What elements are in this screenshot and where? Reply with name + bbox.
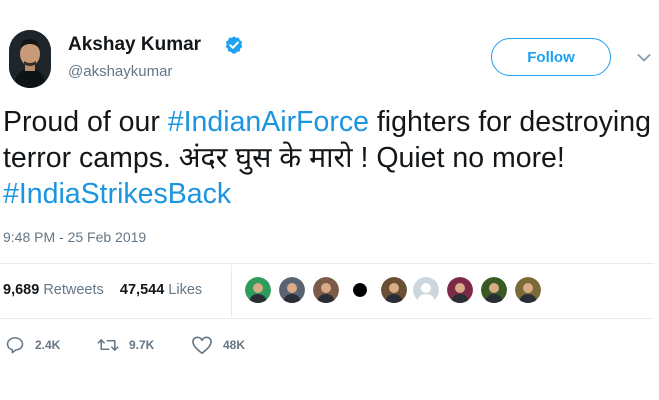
like-count: 48K	[223, 338, 246, 352]
tweet-stats: 9,689 Retweets 47,544 Likes	[3, 282, 202, 298]
liker-avatar[interactable]	[279, 277, 305, 303]
tweet-text-segment: Proud of our	[3, 106, 168, 138]
hashtag-link[interactable]: #IndiaStrikesBack	[3, 178, 231, 210]
follow-button[interactable]: Follow	[491, 38, 611, 76]
retweets-stat[interactable]: 9,689 Retweets	[3, 282, 104, 298]
liker-avatar[interactable]	[481, 277, 507, 303]
user-avatar-icon	[279, 277, 305, 303]
liker-avatar[interactable]	[313, 277, 339, 303]
tweet-header: Akshay Kumar @akshaykumar Follow	[9, 30, 654, 88]
like-button[interactable]: 48K	[191, 334, 245, 356]
retweets-count: 9,689	[3, 282, 40, 298]
user-avatar-icon	[381, 277, 407, 303]
user-avatar-icon	[447, 277, 473, 303]
user-avatar-icon	[353, 283, 367, 297]
liker-avatar[interactable]	[413, 277, 439, 303]
likes-stat[interactable]: 47,544 Likes	[120, 282, 202, 298]
divider	[0, 318, 654, 319]
user-avatar-icon	[413, 277, 439, 303]
author-handle[interactable]: @akshaykumar	[68, 63, 172, 80]
reply-button[interactable]: 2.4K	[5, 334, 60, 356]
likes-label: Likes	[168, 282, 203, 298]
retweet-button[interactable]: 9.7K	[97, 334, 154, 356]
reply-icon	[6, 337, 24, 354]
heart-icon	[192, 336, 212, 354]
tweet-actions: 2.4K 9.7K 48K	[3, 334, 303, 356]
user-avatar-icon	[481, 277, 507, 303]
user-avatar-icon	[515, 277, 541, 303]
liker-avatar[interactable]	[515, 277, 541, 303]
tweet-timestamp[interactable]: 9:48 PM - 25 Feb 2019	[3, 229, 146, 245]
verified-badge-icon	[225, 36, 243, 54]
author-name[interactable]: Akshay Kumar	[68, 34, 201, 56]
divider	[0, 263, 654, 264]
tweet-card: Akshay Kumar @akshaykumar Follow Proud o…	[0, 0, 659, 400]
likes-count: 47,544	[119, 282, 165, 298]
hashtag-link[interactable]: #IndianAirForce	[168, 106, 369, 138]
retweet-icon	[97, 339, 119, 351]
retweets-label: Retweets	[43, 282, 104, 298]
author-avatar-image	[9, 30, 51, 88]
liker-avatar[interactable]	[381, 277, 407, 303]
reply-count: 2.4K	[35, 338, 61, 352]
user-avatar-icon	[245, 277, 271, 303]
stats-separator	[231, 265, 232, 317]
user-avatar-icon	[313, 277, 339, 303]
liker-avatar[interactable]	[447, 277, 473, 303]
chevron-down-icon[interactable]	[637, 53, 651, 63]
tweet-text: Proud of our #IndianAirForce fighters fo…	[3, 104, 653, 212]
liker-avatar[interactable]	[245, 277, 271, 303]
author-avatar[interactable]	[9, 30, 51, 88]
liker-avatar[interactable]	[353, 283, 367, 297]
retweet-count: 9.7K	[129, 338, 155, 352]
